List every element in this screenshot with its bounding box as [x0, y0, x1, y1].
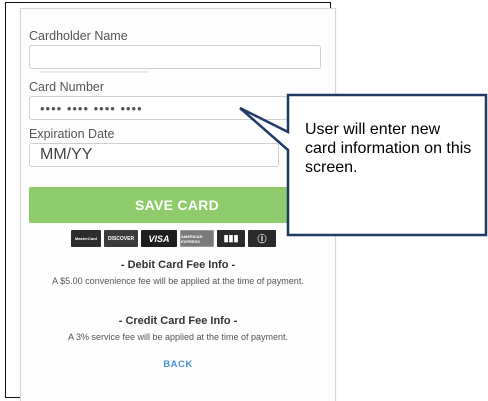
- bank-card-logo: ▮▮▮: [217, 230, 245, 247]
- credit-fee-title: - Credit Card Fee Info -: [118, 315, 238, 327]
- expiration-date-label: Expiration Date: [29, 127, 115, 141]
- card-number-label: Card Number: [29, 80, 105, 94]
- credit-fee-text: A 3% service fee will be applied at the …: [67, 332, 289, 342]
- cardholder-name-placeholder-stub: [39, 71, 149, 73]
- callout-text: User will enter new card information on …: [305, 121, 472, 176]
- save-card-button[interactable]: SAVE CARD: [29, 187, 325, 223]
- card-number-input[interactable]: [29, 96, 321, 120]
- cardholder-name-input[interactable]: [29, 45, 321, 69]
- card-form-panel: Cardholder Name Card Number Expiration D…: [20, 8, 336, 401]
- back-link[interactable]: BACK: [21, 359, 335, 370]
- cardholder-name-label: Cardholder Name: [29, 29, 128, 43]
- mastercard-logo: MasterCard: [71, 230, 101, 247]
- american-express-logo: AMERICAN EXPRESS: [180, 230, 214, 247]
- discover-logo: DISCOVER: [104, 230, 138, 247]
- card-logos-row: MasterCard DISCOVER VISA AMERICAN EXPRES…: [71, 230, 276, 247]
- visa-logo: VISA: [141, 230, 177, 247]
- other-card-logo: Ⓘ: [248, 230, 276, 247]
- debit-fee-title: - Debit Card Fee Info -: [120, 259, 236, 271]
- debit-fee-text: A $5.00 convenience fee will be applied …: [52, 276, 304, 286]
- expiration-date-input[interactable]: [29, 143, 279, 167]
